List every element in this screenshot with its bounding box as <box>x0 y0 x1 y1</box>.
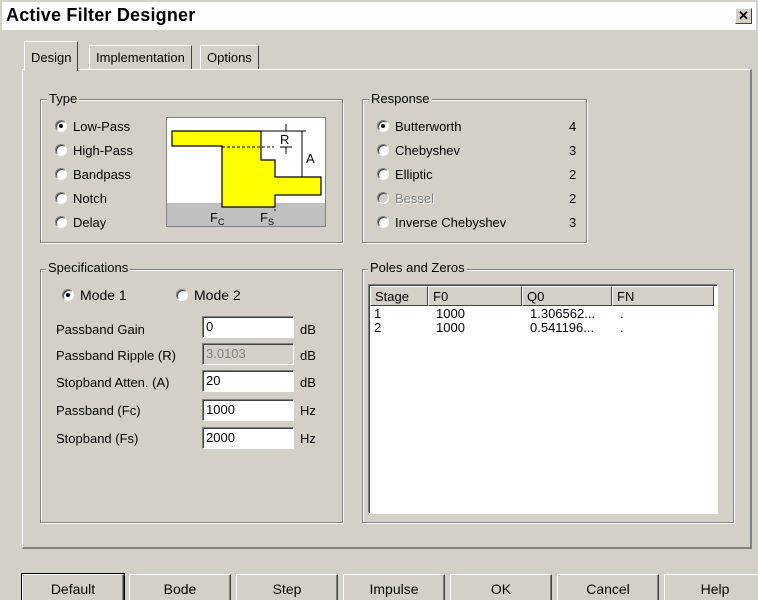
passband-fc-input[interactable]: 1000 <box>202 399 294 421</box>
type-option-label: Low-Pass <box>73 119 131 134</box>
poles-zeros-group-label: Poles and Zeros <box>368 260 467 276</box>
radio-icon <box>377 216 389 228</box>
radio-selected-icon <box>55 120 67 132</box>
tab-design-label: Design <box>31 50 72 65</box>
bode-button[interactable]: Bode <box>129 574 231 600</box>
response-group-label: Response <box>369 91 432 107</box>
diagram-fc-label: F <box>210 210 218 225</box>
radio-icon <box>55 216 67 228</box>
response-option-label: Chebyshev <box>395 143 461 158</box>
type-option-label: Notch <box>73 191 107 206</box>
title-bar[interactable]: Active Filter Designer ✕ <box>2 2 756 30</box>
radio-icon <box>55 192 67 204</box>
type-group-label: Type <box>47 91 80 107</box>
tab-options-label: Options <box>207 50 252 65</box>
response-option-label: Inverse Chebyshev <box>395 215 507 230</box>
cell-fn: . <box>620 320 624 335</box>
column-header-fn[interactable]: FN <box>612 286 714 306</box>
stopband-atten-unit: dB <box>300 375 316 390</box>
response-group: Response Butterworth 4 Chebyshev 3 Ellip… <box>362 91 587 243</box>
cell-f0: 1000 <box>436 320 465 335</box>
column-header-f0[interactable]: F0 <box>428 286 522 306</box>
radio-icon <box>55 168 67 180</box>
specifications-group-label: Specifications <box>46 260 131 276</box>
response-option-label: Elliptic <box>395 167 433 182</box>
stopband-fs-input[interactable]: 2000 <box>202 427 294 449</box>
tab-implementation-label: Implementation <box>96 50 185 65</box>
stopband-fs-label: Stopband (Fs) <box>56 431 139 446</box>
passband-ripple-unit: dB <box>300 348 316 363</box>
mode-label: Mode 2 <box>194 287 241 303</box>
cell-stage: 2 <box>374 320 382 335</box>
response-option-label: Butterworth <box>395 119 462 134</box>
close-icon[interactable]: ✕ <box>735 8 752 24</box>
filter-response-diagram: R A F C F S <box>166 117 326 227</box>
stopband-atten-label: Stopband Atten. (A) <box>56 375 170 390</box>
passband-gain-label: Passband Gain <box>56 322 145 337</box>
radio-disabled-icon <box>377 192 389 204</box>
window-title: Active Filter Designer <box>6 5 196 25</box>
passband-ripple-label: Passband Ripple (R) <box>56 348 176 363</box>
passband-ripple-input: 3.0103 <box>202 343 294 365</box>
type-option-label: Delay <box>73 215 107 230</box>
response-order: 4 <box>569 119 577 134</box>
passband-gain-unit: dB <box>300 322 316 337</box>
mode-label: Mode 1 <box>80 287 127 303</box>
dialog-window: Active Filter Designer ✕ Design Implemen… <box>0 0 758 600</box>
specifications-group <box>40 269 343 523</box>
type-option-label: High-Pass <box>73 143 133 158</box>
tab-options[interactable]: Options <box>200 45 259 69</box>
ok-button[interactable]: OK <box>450 574 552 600</box>
passband-fc-label: Passband (Fc) <box>56 403 141 418</box>
step-button[interactable]: Step <box>236 574 338 600</box>
diagram-fc-subscript: C <box>218 217 225 227</box>
column-header-q0[interactable]: Q0 <box>522 286 612 306</box>
cell-stage: 1 <box>374 306 382 321</box>
diagram-r-label: R <box>280 132 289 147</box>
default-button[interactable]: Default <box>21 573 125 600</box>
tab-implementation[interactable]: Implementation <box>89 45 192 69</box>
diagram-fs-subscript: S <box>268 217 274 227</box>
impulse-button[interactable]: Impulse <box>343 574 445 600</box>
radio-icon <box>377 168 389 180</box>
table-row[interactable]: 1 1000 1.306562... . <box>370 307 714 321</box>
radio-icon <box>176 289 188 301</box>
response-order: 3 <box>569 143 577 158</box>
response-order: 2 <box>569 191 577 206</box>
diagram-fs-label: F <box>260 210 268 225</box>
cell-q0: 1.306562... <box>530 306 596 321</box>
radio-icon <box>55 144 67 156</box>
diagram-a-label: A <box>306 151 315 166</box>
cell-f0: 1000 <box>436 306 465 321</box>
column-header-stage[interactable]: Stage <box>370 286 428 306</box>
stopband-fs-unit: Hz <box>300 431 316 446</box>
help-button[interactable]: Help <box>664 574 758 600</box>
response-option-label: Bessel <box>395 191 435 206</box>
cancel-button[interactable]: Cancel <box>557 574 659 600</box>
cell-fn: . <box>620 306 624 321</box>
radio-selected-icon <box>62 289 74 301</box>
radio-selected-icon <box>377 120 389 132</box>
passband-gain-input[interactable]: 0 <box>202 316 294 338</box>
type-group: Type Low-Pass High-Pass Bandpass Notch D… <box>40 91 343 243</box>
poles-zeros-table[interactable]: Stage F0 Q0 FN 1 1000 1.306562... . 2 10… <box>368 284 718 514</box>
stopband-atten-input[interactable]: 20 <box>202 370 294 392</box>
type-option-label: Bandpass <box>73 167 131 182</box>
response-order: 3 <box>569 215 577 230</box>
table-row[interactable]: 2 1000 0.541196... . <box>370 321 714 335</box>
radio-icon <box>377 144 389 156</box>
tab-design[interactable]: Design <box>24 41 79 71</box>
cell-q0: 0.541196... <box>530 320 595 335</box>
passband-fc-unit: Hz <box>300 403 316 418</box>
response-order: 2 <box>569 167 577 182</box>
